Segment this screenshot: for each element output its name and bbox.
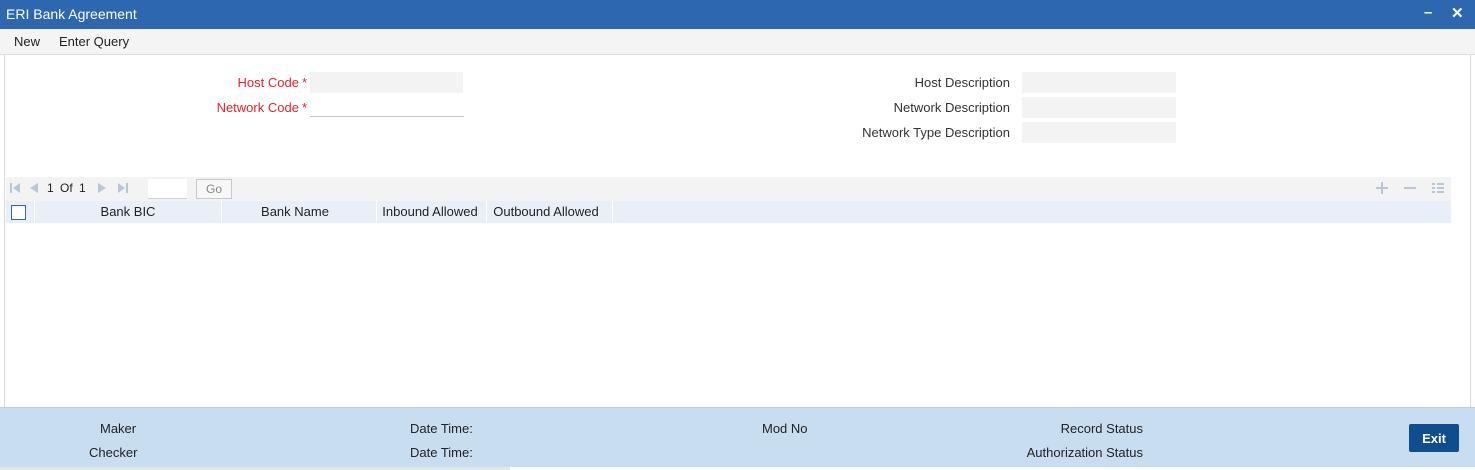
add-row-icon[interactable] — [1375, 181, 1389, 195]
minimize-button[interactable]: – — [1424, 4, 1432, 21]
new-button[interactable]: New — [14, 34, 40, 49]
host-description-label: Host Description — [914, 75, 1010, 90]
page-current: 1 — [47, 181, 54, 195]
network-type-description-field[interactable] — [1022, 122, 1176, 143]
page-number-input[interactable] — [148, 179, 187, 199]
column-header-inbound-allowed[interactable]: Inbound Allowed — [377, 201, 483, 223]
required-marker: * — [301, 75, 307, 90]
title-bar: ERI Bank Agreement – ✕ — [0, 0, 1475, 29]
last-page-icon[interactable] — [117, 182, 128, 194]
column-divider — [612, 201, 613, 223]
network-code-field[interactable] — [310, 96, 464, 117]
column-header-outbound-allowed[interactable]: Outbound Allowed — [487, 201, 605, 223]
column-header-bank-bic[interactable]: Bank BIC — [35, 201, 221, 223]
audit-footer: Maker Checker Date Time: Date Time: Mod … — [0, 407, 1475, 467]
network-type-description-label: Network Type Description — [862, 125, 1010, 140]
host-code-field[interactable] — [310, 72, 463, 93]
first-page-icon[interactable] — [10, 182, 21, 194]
column-header-bank-name[interactable]: Bank Name — [222, 201, 368, 223]
window-title: ERI Bank Agreement — [6, 6, 137, 22]
go-button[interactable]: Go — [196, 179, 232, 199]
next-page-icon[interactable] — [97, 182, 107, 194]
grid-header: Bank BIC Bank Name Inbound Allowed Outbo… — [6, 201, 1451, 223]
host-code-label-text: Host Code — [237, 75, 299, 90]
page-total: 1 — [79, 181, 86, 195]
enter-query-button[interactable]: Enter Query — [59, 34, 129, 49]
network-code-label: Network Code * — [217, 100, 307, 115]
required-marker: * — [301, 100, 307, 115]
checker-date-time-label: Date Time: — [410, 445, 473, 460]
exit-button[interactable]: Exit — [1409, 424, 1459, 452]
single-view-icon[interactable] — [1431, 181, 1445, 195]
toolbar: New Enter Query — [0, 29, 1475, 55]
maker-date-time-label: Date Time: — [410, 421, 473, 436]
host-description-field[interactable] — [1022, 72, 1176, 93]
mod-no-label: Mod No — [762, 421, 808, 436]
authorization-status-label: Authorization Status — [1026, 445, 1143, 460]
prev-page-icon[interactable] — [29, 182, 39, 194]
page-of-label: Of — [60, 181, 73, 195]
maker-label: Maker — [100, 421, 137, 436]
host-code-label: Host Code * — [238, 75, 307, 90]
checker-label: Checker — [89, 445, 138, 460]
network-code-label-text: Network Code — [216, 100, 299, 115]
network-description-label: Network Description — [893, 100, 1010, 115]
record-status-label: Record Status — [1060, 421, 1143, 436]
select-all-checkbox[interactable] — [11, 205, 26, 220]
close-button[interactable]: ✕ — [1451, 4, 1464, 22]
grid-pagination-bar: 1 Of 1 Go — [6, 177, 1451, 201]
delete-row-icon[interactable] — [1403, 181, 1417, 195]
network-description-field[interactable] — [1022, 97, 1176, 118]
